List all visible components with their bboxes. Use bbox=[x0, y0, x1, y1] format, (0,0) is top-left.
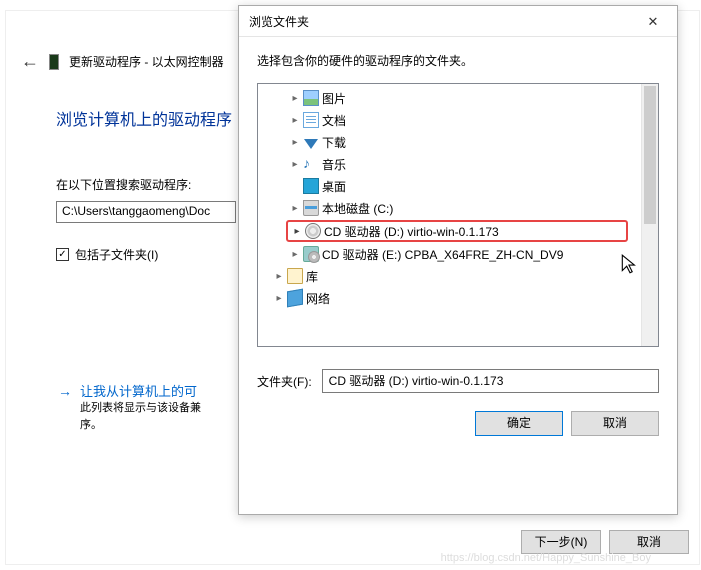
next-button[interactable]: 下一步(N) bbox=[521, 530, 601, 554]
tree-item-label: CD 驱动器 (E:) CPBA_X64FRE_ZH-CN_DV9 bbox=[320, 246, 563, 263]
dialog-title: 浏览文件夹 bbox=[249, 13, 309, 30]
cd-icon bbox=[304, 223, 322, 239]
tree-item-label: 库 bbox=[304, 268, 318, 285]
tree-item[interactable]: ▸ 网络 bbox=[258, 287, 658, 309]
wizard-title: 更新驱动程序 - 以太网控制器 bbox=[69, 53, 224, 70]
pick-from-list-link[interactable]: → 让我从计算机上的可 此列表将显示与该设备兼 序。 bbox=[58, 381, 201, 433]
tree-item[interactable]: ▸ 下载 bbox=[258, 131, 658, 153]
lib-icon bbox=[286, 268, 304, 284]
cd2-icon bbox=[302, 246, 320, 262]
cancel-button[interactable]: 取消 bbox=[571, 411, 659, 436]
checkbox-label: 包括子文件夹(I) bbox=[75, 246, 158, 263]
expand-arrow-icon[interactable]: ▸ bbox=[272, 271, 286, 282]
link-title: 让我从计算机上的可 bbox=[80, 381, 201, 400]
tree-item[interactable]: ▸库 bbox=[258, 265, 658, 287]
music-icon: ♪ bbox=[302, 156, 320, 172]
expand-arrow-icon[interactable]: ▸ bbox=[272, 293, 286, 304]
tree-item[interactable]: ▸ CD 驱动器 (D:) virtio-win-0.1.173 bbox=[286, 220, 628, 242]
checkbox-icon: ✓ bbox=[56, 248, 69, 261]
browse-folder-dialog: 浏览文件夹 ✕ 选择包含你的硬件的驱动程序的文件夹。 ▸图片▸文档▸下载▸♪音乐… bbox=[238, 5, 678, 515]
tree-item-label: 网络 bbox=[304, 290, 330, 307]
selected-folder-row: 文件夹(F): CD 驱动器 (D:) virtio-win-0.1.173 bbox=[257, 369, 659, 393]
tree-item[interactable]: ▸ 本地磁盘 (C:) bbox=[258, 197, 658, 219]
back-arrow-icon[interactable]: ← bbox=[21, 51, 39, 72]
ok-button[interactable]: 确定 bbox=[475, 411, 563, 436]
path-input[interactable]: C:\Users\tanggaomeng\Doc bbox=[56, 201, 236, 223]
include-subfolders-checkbox[interactable]: ✓ 包括子文件夹(I) bbox=[56, 246, 158, 263]
dialog-titlebar: 浏览文件夹 ✕ bbox=[239, 6, 677, 37]
link-desc-2: 序。 bbox=[80, 417, 201, 434]
tree-item[interactable]: ▸ CD 驱动器 (E:) CPBA_X64FRE_ZH-CN_DV9 bbox=[258, 243, 658, 265]
tree-item-label: 音乐 bbox=[320, 156, 346, 173]
expand-arrow-icon[interactable]: ▸ bbox=[288, 203, 302, 214]
tree-item[interactable]: ▸ 图片 bbox=[258, 87, 658, 109]
folder-tree[interactable]: ▸图片▸文档▸下载▸♪音乐桌面▸本地磁盘 (C:)▸CD 驱动器 (D:) vi… bbox=[257, 83, 659, 347]
expand-arrow-icon[interactable]: ▸ bbox=[288, 93, 302, 104]
tree-item[interactable]: 桌面 bbox=[258, 175, 658, 197]
tree-item[interactable]: ▸ 文档 bbox=[258, 109, 658, 131]
wizard-header: ← 更新驱动程序 - 以太网控制器 bbox=[21, 51, 224, 72]
expand-arrow-icon[interactable]: ▸ bbox=[288, 137, 302, 148]
arrow-right-icon: → bbox=[58, 383, 72, 433]
dialog-footer: 确定 取消 bbox=[257, 411, 659, 436]
pic-icon bbox=[302, 90, 320, 106]
link-desc-1: 此列表将显示与该设备兼 bbox=[80, 400, 201, 417]
dl-icon bbox=[302, 136, 320, 149]
tree-item-label: 本地磁盘 (C:) bbox=[320, 200, 393, 217]
disk-icon bbox=[302, 200, 320, 216]
expand-arrow-icon[interactable]: ▸ bbox=[288, 115, 302, 126]
tree-item[interactable]: ▸♪音乐 bbox=[258, 153, 658, 175]
tree-item-label: 文档 bbox=[320, 112, 346, 129]
scrollbar[interactable] bbox=[641, 84, 658, 346]
dialog-instruction: 选择包含你的硬件的驱动程序的文件夹。 bbox=[257, 52, 659, 69]
folder-input[interactable]: CD 驱动器 (D:) virtio-win-0.1.173 bbox=[322, 369, 659, 393]
wizard-heading: 浏览计算机上的驱动程序 bbox=[56, 106, 232, 130]
cursor-icon bbox=[619, 253, 641, 275]
tree-item-label: 桌面 bbox=[320, 178, 346, 195]
tree-item-label: 下载 bbox=[320, 134, 346, 151]
expand-arrow-icon[interactable]: ▸ bbox=[290, 226, 304, 237]
expand-arrow-icon[interactable]: ▸ bbox=[288, 159, 302, 170]
search-location-label: 在以下位置搜索驱动程序: bbox=[56, 176, 191, 193]
wizard-footer: 下一步(N) 取消 bbox=[521, 530, 689, 554]
wizard-cancel-button[interactable]: 取消 bbox=[609, 530, 689, 554]
expand-arrow-icon[interactable]: ▸ bbox=[288, 249, 302, 260]
dialog-close-button[interactable]: ✕ bbox=[633, 9, 673, 34]
folder-label: 文件夹(F): bbox=[257, 373, 312, 390]
net-icon bbox=[286, 290, 304, 306]
doc-icon bbox=[302, 112, 320, 128]
tree-item-label: 图片 bbox=[320, 90, 346, 107]
tree-item-label: CD 驱动器 (D:) virtio-win-0.1.173 bbox=[322, 223, 499, 240]
device-icon bbox=[49, 54, 59, 70]
desk-icon bbox=[302, 178, 320, 194]
